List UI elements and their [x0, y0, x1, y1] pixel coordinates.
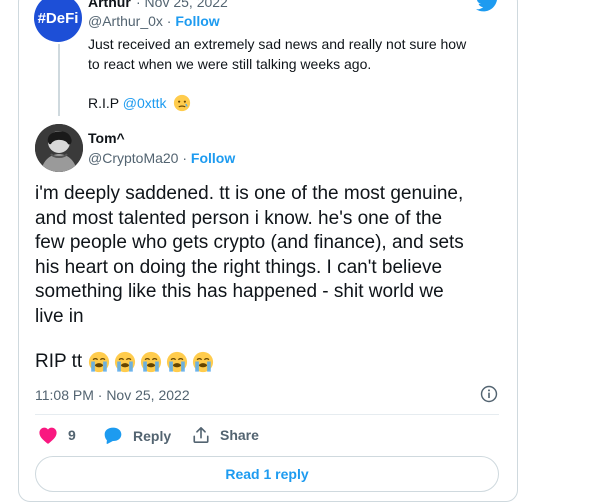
- quoted-rip-prefix: R.I.P: [88, 95, 123, 111]
- reply-label: Reply: [133, 427, 172, 444]
- crying-emoji-row: [84, 351, 214, 373]
- info-icon[interactable]: [480, 385, 498, 403]
- tweet-text-line: few people who gets crypto (and finance)…: [35, 232, 464, 253]
- tweet-text-line: and most talented person i know. he's on…: [35, 207, 443, 229]
- tweet-text-line: his heart on doing the right things. I c…: [35, 256, 443, 278]
- like-count: 9: [68, 427, 76, 443]
- twitter-bird-icon[interactable]: [476, 0, 500, 12]
- author-avatar[interactable]: [35, 124, 83, 172]
- crying-face-emoji-icon: [115, 351, 136, 373]
- reply-button[interactable]: Reply: [103, 426, 171, 445]
- tweet-text-line: something like this has happened - shit …: [35, 281, 444, 302]
- sad-face-emoji-icon: [174, 94, 191, 112]
- quoted-date[interactable]: · Nov 25, 2022: [136, 0, 228, 10]
- like-button[interactable]: 9: [38, 426, 76, 444]
- separator: ·: [178, 150, 191, 166]
- read-replies-button[interactable]: Read 1 reply: [35, 456, 499, 492]
- avatar-image: [35, 124, 83, 172]
- rip-line: RIP tt: [35, 351, 214, 373]
- author-name[interactable]: Tom^: [88, 130, 125, 146]
- thread-line: [58, 44, 60, 116]
- share-button[interactable]: Share: [192, 426, 259, 444]
- share-label: Share: [220, 427, 259, 443]
- quoted-text-line: Just received an extremely sad news and …: [88, 36, 467, 52]
- follow-link[interactable]: Follow: [191, 150, 235, 166]
- quoted-tweet-text: Just received an extremely sad news and …: [88, 34, 498, 74]
- mention-link[interactable]: @0xttk: [123, 95, 167, 111]
- heart-icon: [39, 427, 57, 444]
- quoted-handle-row: @Arthur_0x · Follow: [88, 13, 220, 29]
- author-handle[interactable]: @CryptoMa20: [88, 150, 178, 166]
- crying-face-emoji-icon: [141, 351, 162, 373]
- quoted-handle[interactable]: @Arthur_0x: [88, 13, 163, 29]
- crying-face-emoji-icon: [89, 351, 110, 373]
- tweet-text-line: i'm deeply saddened. tt is one of the mo…: [35, 183, 464, 204]
- rip-text: RIP tt: [35, 351, 83, 372]
- quoted-avatar-text: #DeFi: [37, 9, 79, 27]
- crying-face-emoji-icon: [167, 351, 188, 373]
- tweet-text-line: live in: [35, 305, 84, 327]
- divider: [35, 414, 499, 415]
- author-handle-row: @CryptoMa20 · Follow: [88, 150, 235, 166]
- quoted-author-name[interactable]: Arthur: [88, 0, 131, 10]
- crying-face-emoji-icon: [193, 351, 214, 373]
- separator: ·: [162, 13, 176, 29]
- tweet-text: i'm deeply saddened. tt is one of the mo…: [35, 182, 495, 329]
- tweet-timestamp[interactable]: 11:08 PM · Nov 25, 2022: [35, 387, 190, 403]
- quoted-text-line: to react when we were still talking week…: [88, 56, 372, 72]
- quoted-rip-line: R.I.P @0xttk: [88, 94, 191, 112]
- share-upload-icon: [193, 426, 209, 444]
- quoted-follow-link[interactable]: Follow: [175, 13, 219, 29]
- speech-bubble-icon: [104, 427, 122, 444]
